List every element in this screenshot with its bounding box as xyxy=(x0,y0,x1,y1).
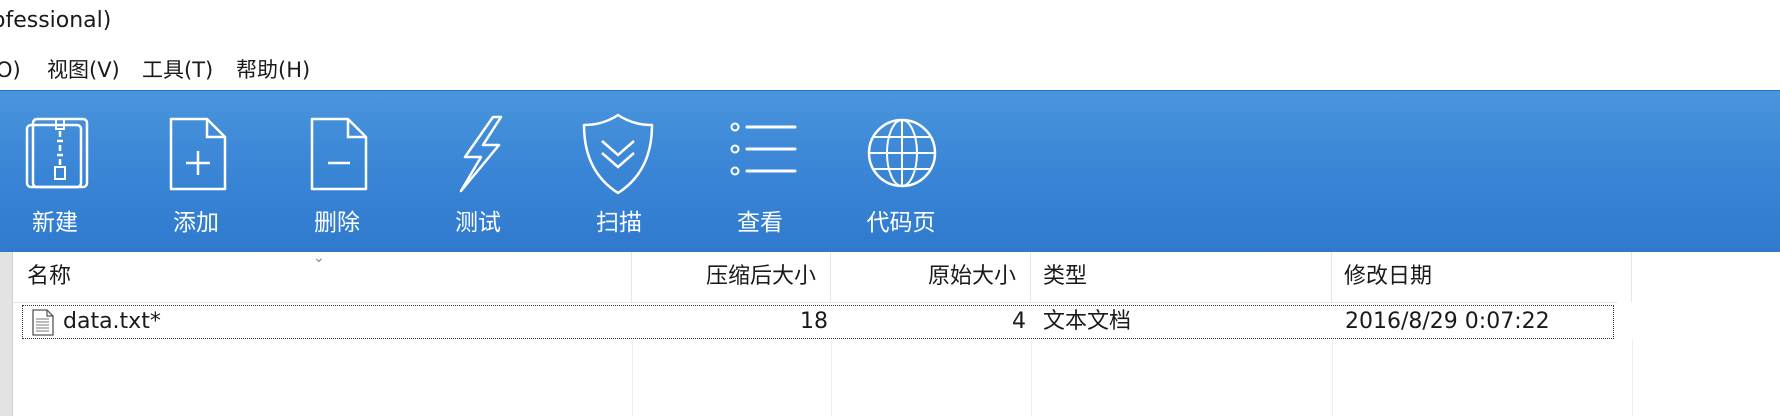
test-button[interactable]: 测试 xyxy=(403,91,553,253)
file-name: data.txt* xyxy=(63,309,161,334)
column-header-modified[interactable]: 修改日期 xyxy=(1332,252,1632,302)
add-label: 添加 xyxy=(173,210,219,236)
delete-button[interactable]: 删除 xyxy=(262,91,412,253)
column-header-original-size-label: 原始大小 xyxy=(927,264,1016,289)
column-header-compressed-size-label: 压缩后大小 xyxy=(705,264,816,289)
window-title-bar: ofessional) xyxy=(0,0,1780,42)
column-separator xyxy=(1031,340,1032,416)
list-icon xyxy=(730,122,797,176)
table-row[interactable]: data.txt* 18 4 文本文档 2016/8/29 0:07:22 xyxy=(22,305,1614,339)
left-panel-edge xyxy=(0,252,13,416)
column-header-type-label: 类型 xyxy=(1043,264,1088,289)
compressed-size: 18 xyxy=(800,309,828,334)
column-header-compressed-size[interactable]: 压缩后大小 xyxy=(632,252,831,302)
menu-item-operation[interactable]: O) xyxy=(0,52,21,88)
sort-chevron-down-icon: ⌄ xyxy=(313,250,325,266)
column-header-row: 名称 ⌄ 压缩后大小 原始大小 类型 修改日期 xyxy=(13,250,1632,303)
scan-label: 扫描 xyxy=(596,210,642,236)
column-header-type[interactable]: 类型 xyxy=(1031,252,1332,302)
view-button[interactable]: 查看 xyxy=(685,91,835,253)
view-label: 查看 xyxy=(737,210,783,236)
column-header-name-label: 名称 xyxy=(27,264,72,289)
column-separator xyxy=(632,340,633,416)
scan-button[interactable]: 扫描 xyxy=(544,91,694,253)
menu-item-tools[interactable]: 工具(T) xyxy=(142,52,213,88)
shield-icon xyxy=(582,113,654,195)
window-title: ofessional) xyxy=(0,8,112,33)
delete-file-icon xyxy=(310,117,368,191)
file-type: 文本文档 xyxy=(1043,309,1132,334)
column-separator xyxy=(831,340,832,416)
add-file-icon xyxy=(169,117,227,191)
original-size: 4 xyxy=(1012,309,1026,334)
test-label: 测试 xyxy=(455,210,501,236)
column-separator xyxy=(1332,340,1333,416)
archive-icon xyxy=(25,117,89,189)
codepage-button[interactable]: 代码页 xyxy=(826,91,976,253)
modified-date: 2016/8/29 0:07:22 xyxy=(1345,309,1550,334)
column-header-original-size[interactable]: 原始大小 xyxy=(831,252,1031,302)
lightning-icon xyxy=(459,115,503,193)
add-button[interactable]: 添加 xyxy=(121,91,271,253)
column-header-modified-label: 修改日期 xyxy=(1344,264,1433,289)
menu-item-help[interactable]: 帮助(H) xyxy=(236,52,310,88)
toolbar: 新建 添加 删除 测试 扫描 查看 代码页 xyxy=(0,90,1780,253)
globe-icon xyxy=(867,118,937,188)
new-archive-button[interactable]: 新建 xyxy=(0,91,130,253)
delete-label: 删除 xyxy=(314,210,360,236)
new-archive-label: 新建 xyxy=(32,210,78,236)
column-separator xyxy=(1632,340,1633,416)
codepage-label: 代码页 xyxy=(866,210,936,236)
text-file-icon xyxy=(32,309,54,336)
menu-item-view[interactable]: 视图(V) xyxy=(47,52,120,88)
menu-bar: O) 视图(V) 工具(T) 帮助(H) xyxy=(0,52,1780,88)
